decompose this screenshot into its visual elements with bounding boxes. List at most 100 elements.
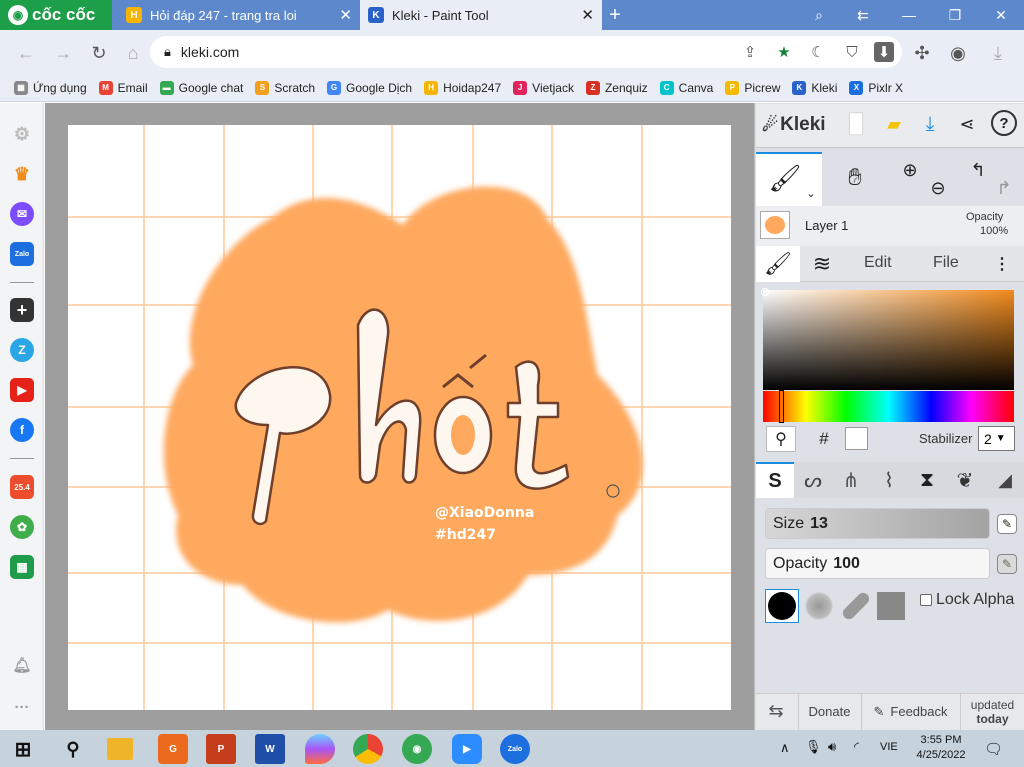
powerpoint-icon[interactable]: P bbox=[206, 734, 236, 764]
zoom-out-icon[interactable]: ⊖ bbox=[926, 176, 950, 200]
minimize-button[interactable]: — bbox=[886, 0, 932, 30]
tab-kleki[interactable]: K Kleki - Paint Tool ✕ bbox=[360, 0, 602, 30]
word-icon[interactable]: W bbox=[255, 734, 285, 764]
coccoc-taskbar-icon[interactable]: G bbox=[158, 734, 188, 764]
profile-icon[interactable]: ◉ bbox=[945, 40, 971, 66]
windows-start-icon[interactable]: ⊞ bbox=[8, 734, 38, 764]
close-icon[interactable]: ✕ bbox=[339, 6, 352, 24]
close-icon[interactable]: ✕ bbox=[581, 6, 594, 24]
input-language[interactable]: VIE bbox=[880, 741, 898, 753]
hex-input-button[interactable]: # bbox=[812, 426, 836, 452]
bookmark-item[interactable]: S Scratch bbox=[255, 80, 315, 95]
secondary-color-swatch[interactable] bbox=[845, 427, 868, 450]
notifications-icon[interactable]: 🗨︎ bbox=[984, 740, 1003, 758]
hand-tool-icon[interactable]: ✋︎ bbox=[838, 160, 872, 196]
donate-button[interactable]: Donate bbox=[798, 693, 860, 730]
zoom-in-icon[interactable]: ⊕ bbox=[898, 158, 922, 182]
undo-icon[interactable]: ↰ bbox=[966, 158, 990, 182]
reload-button[interactable]: ↻ bbox=[86, 40, 112, 66]
brush-shape-chisel[interactable] bbox=[839, 589, 873, 623]
size-pressure-toggle[interactable]: ✎ bbox=[997, 514, 1017, 534]
size-slider[interactable]: Size 13 bbox=[765, 508, 990, 539]
bookmark-item[interactable]: C Canva bbox=[659, 80, 713, 95]
color-picker-handle[interactable] bbox=[761, 288, 769, 296]
blend-brush-icon[interactable]: ᔕ bbox=[800, 466, 826, 494]
chrome-icon[interactable] bbox=[353, 734, 383, 764]
shopee-icon[interactable]: 25.4 bbox=[10, 475, 34, 499]
bookmark-item[interactable]: H Hoidap247 bbox=[424, 80, 501, 95]
lock-alpha-checkbox[interactable] bbox=[920, 594, 932, 606]
sketchy-brush-icon[interactable]: ⋔ bbox=[838, 466, 864, 494]
youtube-icon[interactable]: ▶ bbox=[10, 378, 34, 402]
z-app-icon[interactable]: Z bbox=[10, 338, 34, 362]
tab-file[interactable]: File bbox=[933, 254, 959, 272]
bookmark-item[interactable]: X Pixlr X bbox=[849, 80, 903, 95]
pixel-brush-icon[interactable]: ⌇ bbox=[876, 466, 902, 494]
tray-overflow-icon[interactable]: ∧ bbox=[780, 740, 790, 756]
brush-settings-tab[interactable]: 🖌︎ bbox=[756, 246, 800, 282]
crown-icon[interactable]: ♛ bbox=[10, 162, 34, 186]
changelog-button[interactable]: updated today bbox=[960, 693, 1024, 730]
clock[interactable]: 3:55 PM 4/25/2022 bbox=[910, 733, 972, 763]
hue-slider[interactable] bbox=[763, 391, 1014, 422]
bookmark-star-icon[interactable]: ★ bbox=[772, 40, 796, 64]
settings-gear-icon[interactable]: ⚙ bbox=[10, 122, 34, 146]
new-image-icon[interactable]: ▉ bbox=[846, 112, 868, 136]
paint3d-icon[interactable] bbox=[305, 734, 335, 764]
downloads-icon[interactable]: ⤓ bbox=[985, 40, 1011, 66]
kleki-logo[interactable]: ☄ Kleki bbox=[762, 112, 826, 138]
speaker-icon[interactable]: 🔊︎ bbox=[828, 739, 836, 755]
tab-edit[interactable]: Edit bbox=[864, 254, 892, 272]
wifi-icon[interactable]: ◜ bbox=[854, 739, 859, 755]
back-button[interactable]: ← bbox=[13, 40, 39, 66]
back-arrow-icon[interactable]: ⇇ bbox=[840, 0, 886, 30]
swap-sides-icon[interactable]: ⇆ bbox=[760, 699, 792, 723]
microphone-icon[interactable]: 🎙︎ bbox=[805, 739, 822, 755]
color-picker-field[interactable] bbox=[763, 290, 1014, 390]
share-icon[interactable]: ⇪ bbox=[738, 40, 762, 64]
search-icon[interactable]: ⚲ bbox=[58, 734, 88, 764]
coccoc-browser-icon[interactable]: ◉ bbox=[402, 734, 432, 764]
bookmark-item[interactable]: J Vietjack bbox=[513, 80, 574, 95]
bookmark-item[interactable]: G Google Dịch bbox=[327, 80, 412, 95]
bookmark-item[interactable]: ▦ Ứng dụng bbox=[14, 80, 87, 95]
file-explorer-icon[interactable] bbox=[107, 738, 133, 760]
eraser-icon[interactable]: ◢ bbox=[992, 466, 1018, 494]
opacity-pressure-toggle[interactable]: ✎ bbox=[997, 554, 1017, 574]
forward-button[interactable]: → bbox=[50, 40, 76, 66]
chemy-brush-icon[interactable]: ⧗ bbox=[914, 466, 940, 494]
eyedropper-icon[interactable]: ⚲ bbox=[766, 426, 796, 452]
bookmark-item[interactable]: P Picrew bbox=[725, 80, 780, 95]
brush-shape-square[interactable] bbox=[874, 589, 908, 623]
share-icon[interactable]: ⋖ bbox=[955, 112, 979, 136]
dark-mode-icon[interactable]: ☾ bbox=[806, 40, 830, 64]
sheet-icon[interactable]: ▦ bbox=[10, 555, 34, 579]
zalo-icon[interactable]: Zalo bbox=[10, 242, 34, 266]
redo-icon[interactable]: ↱ bbox=[992, 176, 1016, 200]
new-tab-button[interactable]: + bbox=[604, 3, 626, 27]
facebook-icon[interactable]: f bbox=[10, 418, 34, 442]
download-video-icon[interactable]: ⬇ bbox=[874, 42, 894, 62]
extensions-icon[interactable]: ✣ bbox=[909, 40, 935, 66]
brush-shape-soft[interactable] bbox=[802, 589, 836, 623]
more-vertical-icon[interactable]: ⋮ bbox=[994, 252, 1010, 276]
restore-button[interactable]: ❐ bbox=[932, 0, 978, 30]
add-app-icon[interactable]: + bbox=[10, 298, 34, 322]
layers-tab[interactable]: ≋ bbox=[806, 249, 838, 279]
tab-hoidap247[interactable]: H Hỏi đáp 247 - trang tra loi ✕ bbox=[118, 0, 360, 30]
open-folder-icon[interactable]: ▰ bbox=[882, 112, 906, 136]
download-icon[interactable]: ⤓ bbox=[918, 112, 942, 136]
window-close-button[interactable]: ✕ bbox=[978, 0, 1024, 30]
help-icon[interactable]: ? bbox=[991, 110, 1017, 136]
smudge-brush-icon[interactable]: ❦ bbox=[952, 466, 978, 494]
screenshot-icon[interactable]: ⌕ bbox=[796, 0, 842, 30]
chevron-down-icon[interactable]: ⌄ bbox=[804, 186, 818, 200]
brush-shape-circle[interactable] bbox=[765, 589, 799, 623]
stabilizer-select[interactable]: 2 ▼ bbox=[978, 426, 1015, 451]
messenger-icon[interactable]: ✉ bbox=[10, 202, 34, 226]
zalo-taskbar-icon[interactable]: Zalo bbox=[500, 734, 530, 764]
opacity-slider[interactable]: Opacity 100 bbox=[765, 548, 990, 579]
bookmark-item[interactable]: M Email bbox=[98, 80, 148, 95]
feedback-button[interactable]: ✎ Feedback bbox=[861, 693, 959, 730]
bookmark-item[interactable]: Z Zenquiz bbox=[585, 80, 648, 95]
